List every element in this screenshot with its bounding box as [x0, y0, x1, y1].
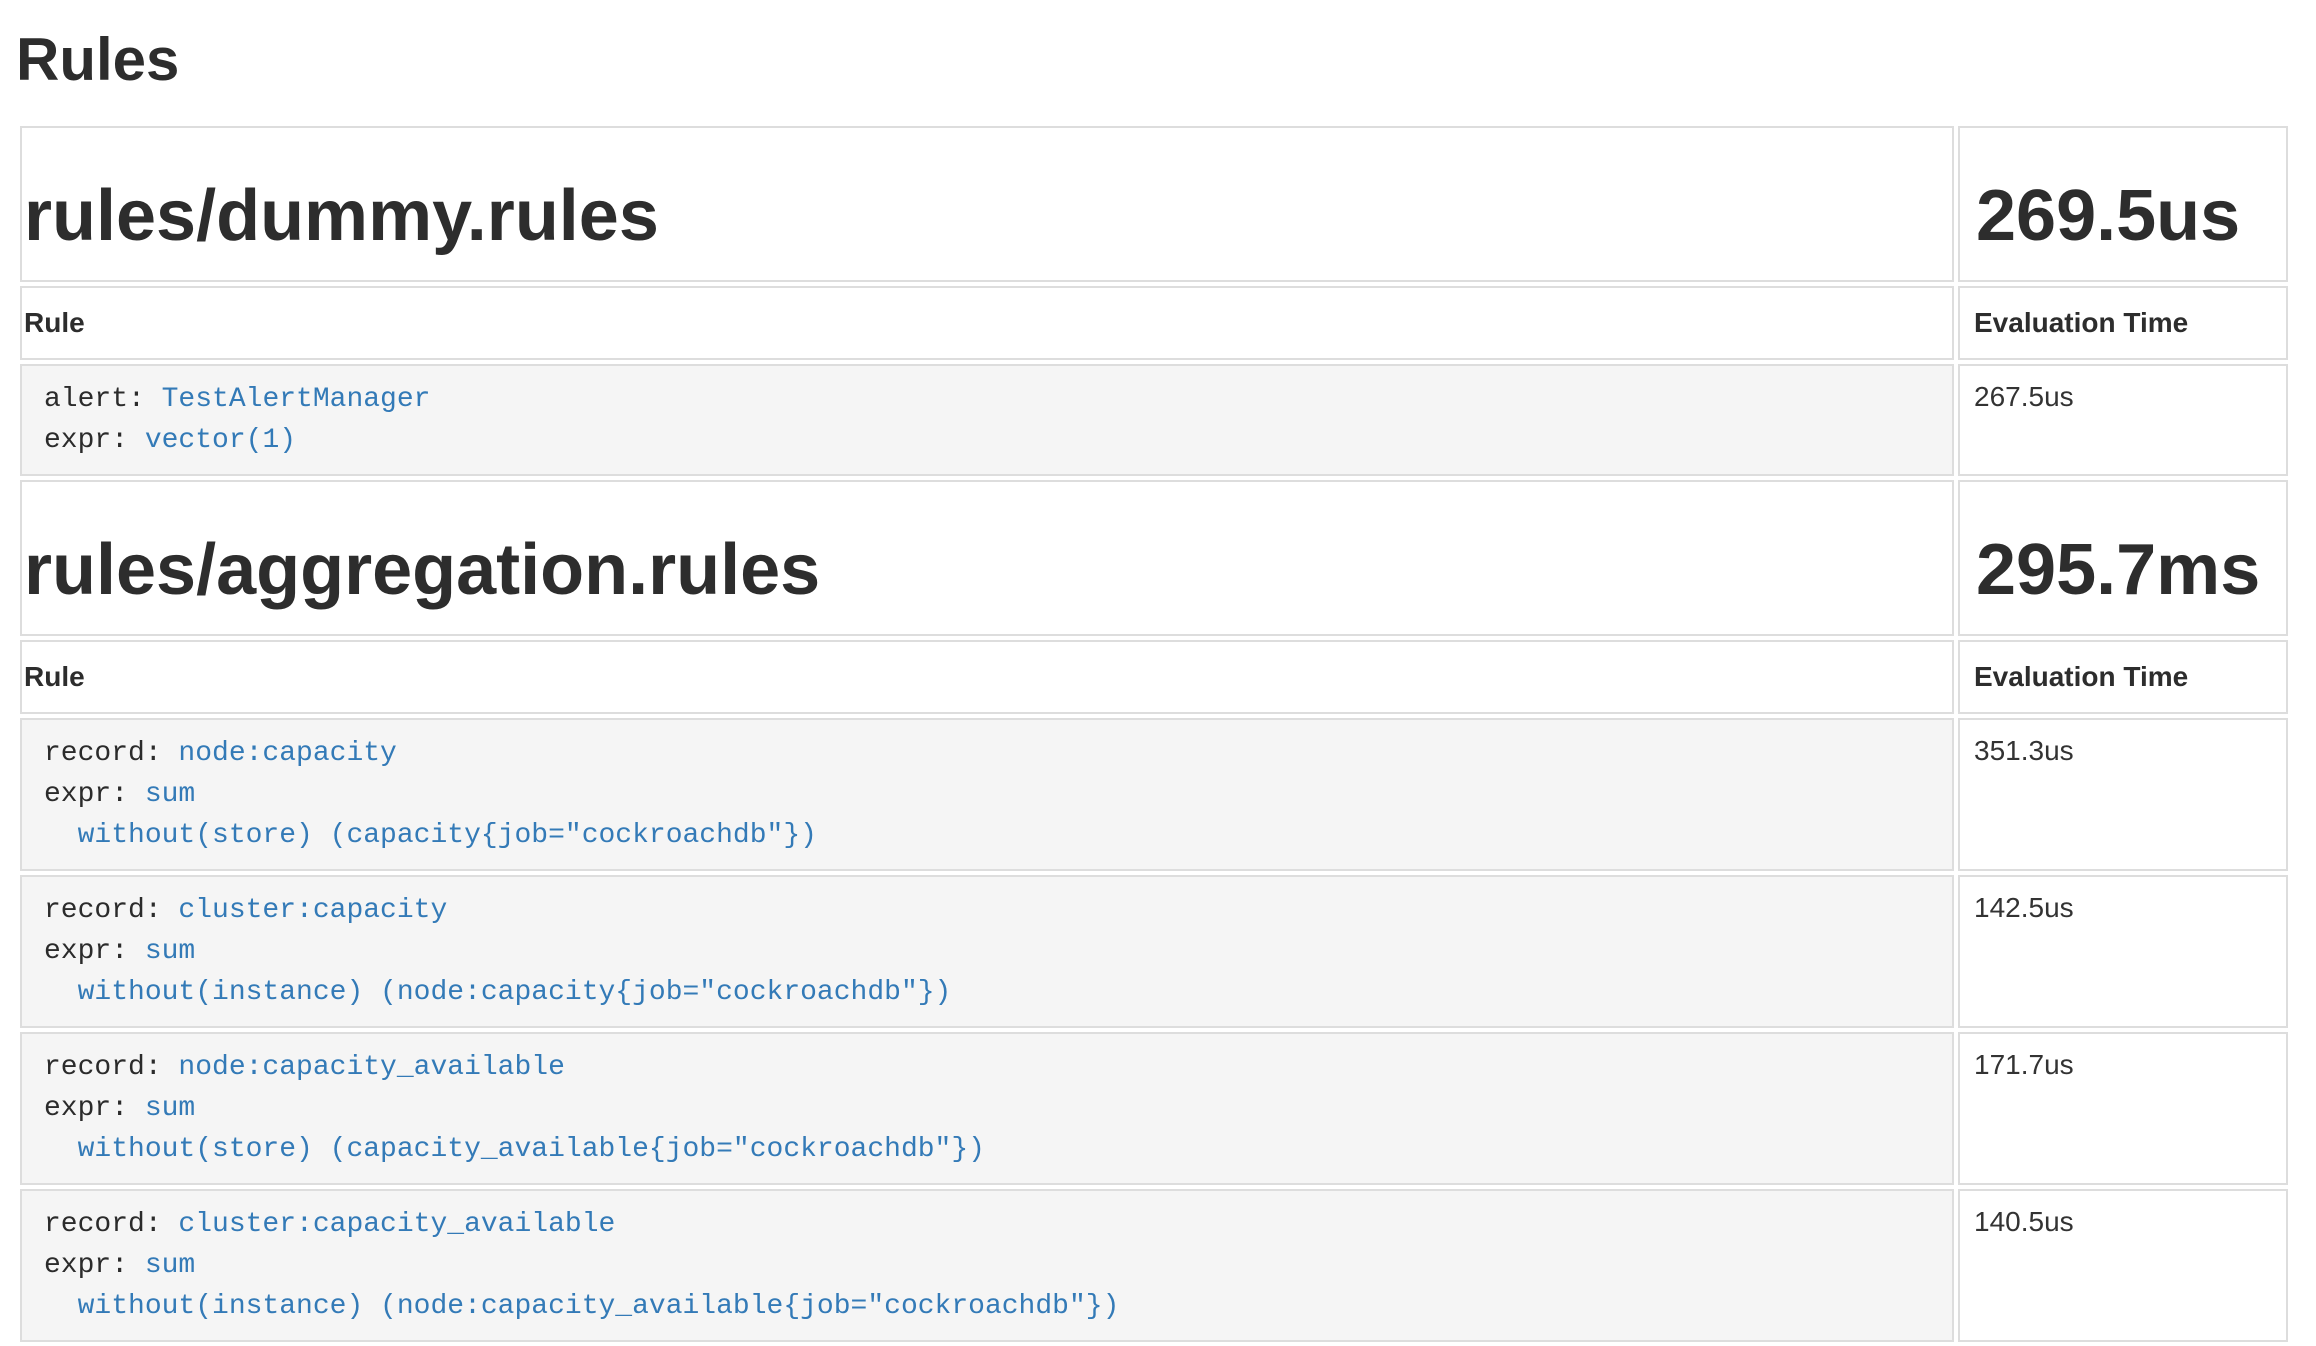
- group-name-cell: rules/aggregation.rules: [20, 480, 1954, 636]
- rule-definition: alert: TestAlertManager expr: vector(1): [22, 366, 1952, 474]
- group-evaluation-time: 295.7ms: [1976, 530, 2284, 610]
- rule-column-header: Rule: [20, 286, 1954, 360]
- evaluation-time-column-header: Evaluation Time: [1958, 286, 2288, 360]
- rule-evaluation-time: 351.3us: [1958, 718, 2288, 871]
- rule-definition-cell: record: cluster:capacity_availableexpr: …: [20, 1189, 1954, 1342]
- column-header-row: Rule Evaluation Time: [20, 640, 2288, 714]
- rule-definition: record: node:capacity expr: sum without(s…: [22, 720, 1952, 869]
- rule-definition: record: node:capacity_available expr: sum…: [22, 1034, 1952, 1183]
- rule-key: record:: [44, 895, 178, 926]
- rule-evaluation-time: 171.7us: [1958, 1032, 2288, 1185]
- rules-table: rules/dummy.rules 269.5us Rule Evaluatio…: [16, 122, 2292, 1346]
- rule-expression-link[interactable]: sum without(instance) (node:capacity_ava…: [44, 1250, 1119, 1322]
- expr-key: expr:: [44, 936, 145, 967]
- rule-evaluation-time: 140.5us: [1958, 1189, 2288, 1342]
- rule-row: record: node:capacity_available expr: sum…: [20, 1032, 2288, 1185]
- rule-column-header: Rule: [20, 640, 1954, 714]
- group-header-row: rules/aggregation.rules 295.7ms: [20, 480, 2288, 636]
- expr-key: expr:: [44, 1250, 145, 1281]
- group-name: rules/dummy.rules: [24, 176, 1950, 256]
- rule-evaluation-time: 267.5us: [1958, 364, 2288, 476]
- rule-row: alert: TestAlertManager expr: vector(1) 2…: [20, 364, 2288, 476]
- rule-key: record:: [44, 1052, 178, 1083]
- rule-name-link[interactable]: node:capacity: [178, 738, 396, 769]
- rule-row: record: node:capacity expr: sum without(s…: [20, 718, 2288, 871]
- rule-expression-link[interactable]: sum without(store) (capacity_available{j…: [44, 1093, 985, 1165]
- group-evaluation-time-cell: 269.5us: [1958, 126, 2288, 282]
- group-header-row: rules/dummy.rules 269.5us: [20, 126, 2288, 282]
- expr-key: expr:: [44, 425, 145, 456]
- rule-expression-link[interactable]: sum without(instance) (node:capacity{job…: [44, 936, 951, 1008]
- rule-key: record:: [44, 738, 178, 769]
- evaluation-time-column-header: Evaluation Time: [1958, 640, 2288, 714]
- rule-definition: record: cluster:capacity_availableexpr: …: [22, 1191, 1952, 1340]
- rule-definition: record: cluster:capacity expr: sum withou…: [22, 877, 1952, 1026]
- rule-name-link[interactable]: TestAlertManager: [162, 384, 431, 415]
- group-name: rules/aggregation.rules: [24, 530, 1950, 610]
- page-title: Rules: [16, 28, 2300, 92]
- rule-key: alert:: [44, 384, 162, 415]
- group-evaluation-time-cell: 295.7ms: [1958, 480, 2288, 636]
- rule-row: record: cluster:capacity_availableexpr: …: [20, 1189, 2288, 1342]
- rule-key: record:: [44, 1209, 178, 1240]
- rule-definition-cell: alert: TestAlertManager expr: vector(1): [20, 364, 1954, 476]
- rule-definition-cell: record: node:capacity expr: sum without(s…: [20, 718, 1954, 871]
- rule-name-link[interactable]: node:capacity_available: [178, 1052, 564, 1083]
- rule-definition-cell: record: node:capacity_available expr: sum…: [20, 1032, 1954, 1185]
- rule-definition-cell: record: cluster:capacity expr: sum withou…: [20, 875, 1954, 1028]
- rule-expression-link[interactable]: vector(1): [145, 425, 296, 456]
- column-header-row: Rule Evaluation Time: [20, 286, 2288, 360]
- group-name-cell: rules/dummy.rules: [20, 126, 1954, 282]
- expr-key: expr:: [44, 779, 145, 810]
- group-evaluation-time: 269.5us: [1976, 176, 2284, 256]
- rule-expression-link[interactable]: sum without(store) (capacity{job="cockro…: [44, 779, 817, 851]
- rule-name-link[interactable]: cluster:capacity_available: [178, 1209, 615, 1240]
- rule-row: record: cluster:capacity expr: sum withou…: [20, 875, 2288, 1028]
- expr-key: expr:: [44, 1093, 145, 1124]
- rule-evaluation-time: 142.5us: [1958, 875, 2288, 1028]
- rule-name-link[interactable]: cluster:capacity: [178, 895, 447, 926]
